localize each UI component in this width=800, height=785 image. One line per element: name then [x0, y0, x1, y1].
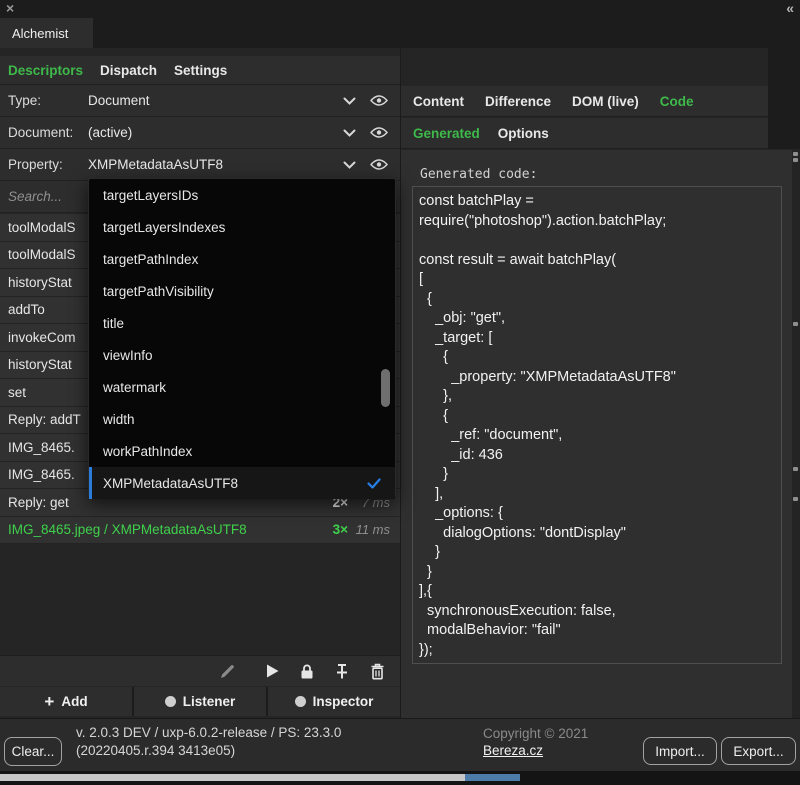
tab-dom-live[interactable]: DOM (live) — [572, 94, 639, 109]
dropdown-option[interactable]: title — [89, 307, 395, 339]
document-label: Document: — [0, 125, 88, 140]
inspector-button[interactable]: Inspector — [268, 687, 400, 716]
copyright-text: Copyright © 2021 — [483, 726, 588, 741]
chevron-down-icon[interactable] — [343, 129, 356, 137]
dropdown-option[interactable]: targetPathIndex — [89, 243, 395, 275]
dropdown-option[interactable]: targetLayersIndexes — [89, 211, 395, 243]
import-button[interactable]: Import... — [643, 737, 717, 765]
tab-generated[interactable]: Generated — [413, 126, 480, 141]
eye-icon[interactable] — [370, 95, 388, 106]
property-value[interactable]: XMPMetadataAsUTF8 — [88, 157, 343, 172]
alchemist-tab[interactable]: Alchemist — [0, 18, 93, 48]
type-filter-row: Type: Document — [0, 85, 400, 117]
chevron-down-icon[interactable] — [343, 97, 356, 105]
lock-icon[interactable] — [298, 662, 316, 680]
list-item-selected[interactable]: IMG_8465.jpeg / XMPMetadataAsUTF83×11 ms — [0, 517, 400, 545]
property-filter-row: Property: XMPMetadataAsUTF8 — [0, 149, 400, 181]
main-tabs: Descriptors Dispatch Settings — [0, 56, 400, 85]
dropdown-option[interactable]: workPathIndex — [89, 435, 395, 467]
plus-icon: + — [44, 693, 54, 710]
tab-code[interactable]: Code — [660, 94, 694, 109]
code-subtabs: Generated Options — [401, 118, 768, 149]
export-button[interactable]: Export... — [721, 737, 796, 765]
alchemist-panel: × « Alchemist Descriptors Dispatch Setti… — [0, 0, 800, 785]
window-top-strip — [0, 0, 800, 18]
dropdown-option[interactable]: watermark — [89, 371, 395, 403]
clear-button[interactable]: Clear... — [4, 737, 62, 766]
property-label: Property: — [0, 157, 88, 172]
property-dropdown: targetLayersIDs targetLayersIndexes targ… — [88, 178, 396, 498]
tab-descriptors[interactable]: Descriptors — [8, 63, 83, 78]
type-value[interactable]: Document — [88, 93, 343, 108]
collapse-panel-icon[interactable]: « — [786, 0, 792, 16]
view-tabs: Content Difference DOM (live) Code — [401, 86, 768, 117]
dropdown-option[interactable]: targetLayersIDs — [89, 179, 395, 211]
bottom-actions: +Add Listener Inspector — [0, 687, 400, 716]
panel-tab-strip — [0, 18, 800, 48]
type-label: Type: — [0, 93, 88, 108]
tab-settings[interactable]: Settings — [174, 63, 227, 78]
descriptor-toolbar — [0, 655, 400, 686]
trash-icon[interactable] — [368, 662, 386, 680]
play-icon[interactable] — [263, 662, 281, 680]
pin-icon[interactable] — [333, 662, 351, 680]
tab-difference[interactable]: Difference — [485, 94, 551, 109]
dropdown-option[interactable]: width — [89, 403, 395, 435]
dropdown-option[interactable]: targetPathVisibility — [89, 275, 395, 307]
eye-icon[interactable] — [370, 159, 388, 170]
right-scrollbar[interactable] — [792, 149, 800, 718]
document-value[interactable]: (active) — [88, 125, 343, 140]
eye-icon[interactable] — [370, 127, 388, 138]
record-circle-icon — [295, 696, 306, 707]
checkmark-icon — [367, 478, 381, 489]
version-info: v. 2.0.3 DEV / uxp-6.0.2-release / PS: 2… — [76, 724, 341, 760]
dropdown-scrollbar-thumb[interactable] — [381, 369, 390, 407]
add-button[interactable]: +Add — [0, 687, 132, 716]
chevron-down-icon[interactable] — [343, 161, 356, 169]
horizontal-scrollbar-thumb[interactable] — [0, 774, 465, 781]
close-icon[interactable]: × — [6, 0, 14, 16]
document-filter-row: Document: (active) — [0, 117, 400, 149]
record-circle-icon — [165, 696, 176, 707]
generated-code-box[interactable]: const batchPlay = require("photoshop").a… — [412, 186, 782, 664]
tab-options[interactable]: Options — [498, 126, 549, 141]
tab-content[interactable]: Content — [413, 94, 464, 109]
top-right-area — [768, 48, 800, 149]
generated-code-heading: Generated code: — [420, 167, 537, 182]
horizontal-scrollbar-thumb-blue[interactable] — [465, 774, 520, 781]
bereza-link[interactable]: Bereza.cz — [483, 743, 543, 758]
tab-dispatch[interactable]: Dispatch — [100, 63, 157, 78]
dropdown-option-selected[interactable]: XMPMetadataAsUTF8 — [89, 467, 395, 499]
dropdown-option[interactable]: viewInfo — [89, 339, 395, 371]
edit-pencil-icon[interactable] — [218, 662, 236, 680]
listener-button[interactable]: Listener — [134, 687, 266, 716]
